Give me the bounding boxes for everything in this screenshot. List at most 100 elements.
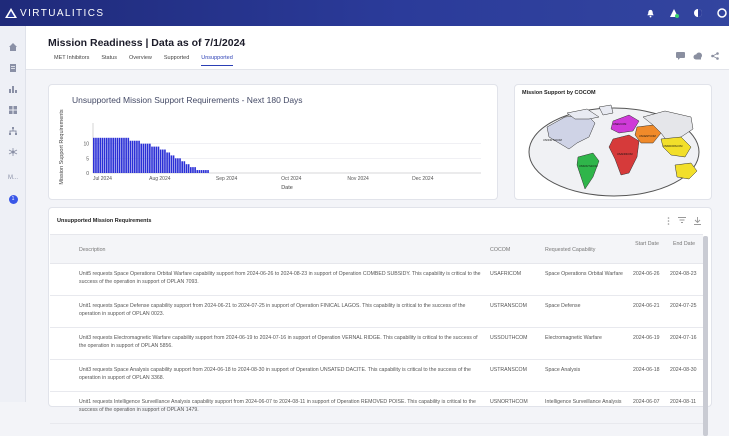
document-icon[interactable]	[0, 59, 26, 77]
bar[interactable]	[192, 167, 194, 173]
bar[interactable]	[118, 137, 121, 173]
table-title: Unsupported Mission Requirements	[57, 218, 152, 224]
bar[interactable]	[190, 167, 192, 173]
bar[interactable]	[123, 137, 125, 173]
column-header-capability[interactable]: Requested Capability	[545, 246, 625, 254]
notification-bell-icon[interactable]	[643, 6, 657, 20]
nav-badge[interactable]: 1	[0, 190, 26, 208]
bar[interactable]	[202, 170, 205, 173]
row-end-date: 2024-08-23	[670, 271, 697, 277]
bar[interactable]	[121, 137, 123, 173]
analytics-icon[interactable]	[667, 6, 681, 20]
world-map[interactable]: USNORTHCOM USEUCOM USINDOPACOM USSOUTHCO…	[515, 85, 713, 201]
bar[interactable]	[101, 137, 104, 173]
bar[interactable]	[187, 164, 190, 173]
table-scrollbar[interactable]	[703, 236, 708, 436]
bar[interactable]	[97, 137, 99, 173]
bar[interactable]	[170, 155, 173, 173]
bar[interactable]	[164, 149, 166, 173]
bar[interactable]	[93, 137, 95, 173]
cloud-icon[interactable]	[693, 52, 703, 62]
user-avatar-icon[interactable]	[715, 6, 729, 20]
share-icon[interactable]	[711, 52, 719, 62]
bar[interactable]	[142, 143, 145, 173]
column-header-end-date[interactable]: End Date	[670, 240, 698, 248]
app-logo[interactable]: VIRTUALITICS	[4, 7, 104, 19]
tab-overview[interactable]: Overview	[129, 55, 152, 66]
bar[interactable]	[153, 146, 155, 173]
bar[interactable]	[136, 140, 138, 173]
table-row[interactable]: Unit3 requests Space Analysis capability…	[50, 360, 703, 392]
bar[interactable]	[179, 158, 181, 173]
bar[interactable]	[146, 143, 149, 173]
bar[interactable]	[125, 137, 127, 173]
bar[interactable]	[200, 170, 203, 173]
table-row[interactable]: Unit3 requests Electromagnetic Warfare c…	[50, 328, 703, 360]
bar[interactable]	[129, 140, 132, 173]
bar[interactable]	[131, 140, 134, 173]
bar[interactable]	[95, 137, 97, 173]
column-header-start-date[interactable]: Start Date	[633, 240, 661, 248]
column-header-cocom[interactable]: COCOM	[490, 246, 540, 254]
row-start-date: 2024-06-19	[633, 335, 660, 341]
bar[interactable]	[183, 161, 186, 173]
tab-unsupported[interactable]: Unsupported	[201, 55, 233, 66]
bar[interactable]	[149, 143, 151, 173]
nav-item-m[interactable]: M...	[0, 169, 26, 187]
bar[interactable]	[116, 137, 119, 173]
tab-bar: MET Inhibitors Status Overview Supported…	[54, 55, 233, 66]
bar[interactable]	[181, 161, 183, 173]
tab-status[interactable]: Status	[101, 55, 117, 66]
table-row[interactable]: Unit5 requests Space Operations Orbital …	[50, 264, 703, 296]
bar[interactable]	[207, 170, 209, 173]
bar[interactable]	[196, 170, 199, 173]
bar[interactable]	[105, 137, 108, 173]
bar[interactable]	[99, 137, 102, 173]
hierarchy-icon[interactable]	[0, 122, 26, 140]
bar[interactable]	[172, 155, 175, 173]
bar[interactable]	[174, 158, 177, 173]
bar[interactable]	[138, 140, 140, 173]
bar[interactable]	[144, 143, 147, 173]
bar[interactable]	[157, 146, 160, 173]
bar[interactable]	[168, 152, 171, 173]
bar[interactable]	[103, 137, 106, 173]
bar[interactable]	[151, 146, 153, 173]
bar[interactable]	[159, 149, 162, 173]
row-start-date: 2024-06-21	[633, 303, 660, 309]
more-options-icon[interactable]	[667, 217, 670, 227]
bar[interactable]	[205, 170, 207, 173]
bar[interactable]	[114, 137, 117, 173]
bar[interactable]	[108, 137, 110, 173]
row-cocom: USAFRICOM	[490, 271, 522, 277]
bar[interactable]	[140, 143, 143, 173]
table-row[interactable]: Unit1 requests Space Defense capability …	[50, 296, 703, 328]
home-icon[interactable]	[0, 38, 26, 56]
row-capability: Space Operations Orbital Warfare	[545, 271, 623, 277]
tab-supported[interactable]: Supported	[164, 55, 189, 66]
bar[interactable]	[194, 167, 196, 173]
dashboard-icon[interactable]	[0, 101, 26, 119]
bar[interactable]	[198, 170, 201, 173]
tab-met-inhibitors[interactable]: MET Inhibitors	[54, 55, 89, 66]
download-icon[interactable]	[694, 217, 701, 227]
bar[interactable]	[110, 137, 112, 173]
table-row[interactable]: Unit1 requests Intelligence Surveillance…	[50, 392, 703, 424]
map-label-ussouthcom: USSOUTHCOM	[579, 164, 598, 168]
filter-icon[interactable]	[678, 217, 686, 227]
bar[interactable]	[161, 149, 164, 173]
bar[interactable]	[112, 137, 115, 173]
bar[interactable]	[177, 158, 179, 173]
network-icon[interactable]	[0, 143, 26, 161]
theme-toggle-icon[interactable]	[691, 6, 705, 20]
column-header-description[interactable]: Description	[79, 246, 484, 254]
bar[interactable]	[185, 164, 188, 173]
map-label-usafricom: USAFRICOM	[617, 152, 633, 156]
row-end-date: 2024-08-30	[670, 367, 697, 373]
bar[interactable]	[133, 140, 136, 173]
comment-icon[interactable]	[676, 52, 685, 62]
bar[interactable]	[166, 152, 168, 173]
bar[interactable]	[155, 146, 158, 173]
bar-chart-icon[interactable]	[0, 80, 26, 98]
bar[interactable]	[127, 137, 130, 173]
